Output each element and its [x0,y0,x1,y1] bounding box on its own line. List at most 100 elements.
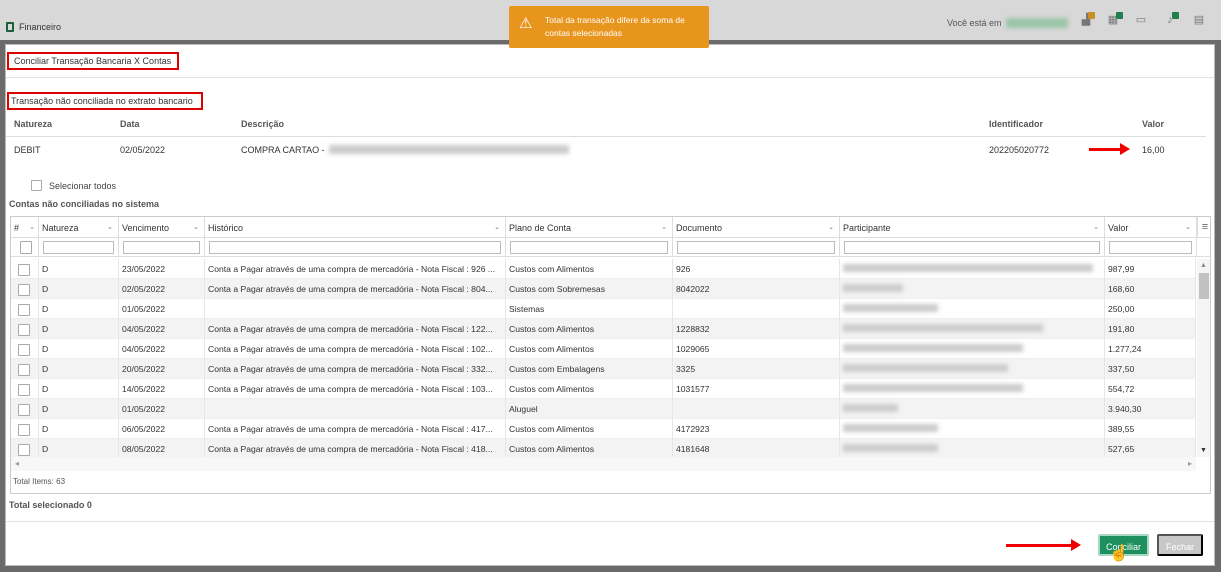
filter-documento-input[interactable] [677,241,835,254]
card-icon[interactable]: ▭ [1135,14,1147,26]
filter-num-cell [11,238,39,257]
row-checkbox[interactable] [18,284,30,296]
row-checkbox[interactable] [18,324,30,336]
cell-natureza: D [39,339,119,359]
scroll-down-icon[interactable]: ▼ [1200,447,1207,454]
row-checkbox[interactable] [18,304,30,316]
redacted-text [843,304,938,312]
filter-plano-input[interactable] [510,241,668,254]
warning-toast[interactable]: ⚠ Total da transação difere da soma de c… [509,6,709,48]
bank-transaction-title: Transação não conciliada no extrato banc… [7,92,203,110]
filter-natureza-input[interactable] [43,241,114,254]
row-checkbox[interactable] [18,344,30,356]
footer-divider [6,521,1214,522]
chevron-down-icon[interactable]: ⌄ [1185,223,1191,231]
cell-documento [673,399,840,419]
modal-header: Conciliar Transação Bancaria X Contas [6,45,1214,78]
app-logo-icon [6,22,14,32]
scroll-right-icon[interactable]: ▸ [1188,459,1192,468]
cell-vencimento: 01/05/2022 [119,399,205,419]
cell-vencimento: 20/05/2022 [119,359,205,379]
cell-participante-redacted [840,339,1105,359]
app-brand[interactable]: Financeiro [6,22,61,32]
fechar-button[interactable]: Fechar [1157,534,1203,556]
filter-checkbox[interactable] [20,241,32,254]
cell-participante-redacted [840,419,1105,439]
table-row[interactable]: D 01/05/2022 Sistemas 250,00 [11,299,1196,319]
row-select-cell [11,299,39,319]
cell-documento: 4181648 [673,439,840,459]
accounts-grid: # ⌄ Natureza ⌄ Vencimento ⌄ Histórico ⌄ Plan… [10,216,1211,494]
row-checkbox[interactable] [18,444,30,456]
cell-plano: Custos com Alimentos [506,419,673,439]
row-select-cell [11,399,39,419]
grid-menu-icon[interactable]: ≡ [1197,217,1210,238]
table-row[interactable]: D 01/05/2022 Aluguel 3.940,30 [11,399,1196,419]
filter-vencimento-input[interactable] [123,241,200,254]
cell-documento: 926 [673,259,840,279]
row-checkbox[interactable] [18,384,30,396]
col-header-historico[interactable]: Histórico ⌄ [205,217,506,238]
header-identificador: Identificador [989,119,1044,129]
cell-historico: Conta a Pagar através de uma compra de m… [205,379,506,399]
filter-participante-input[interactable] [844,241,1100,254]
table-row[interactable]: D 06/05/2022 Conta a Pagar através de um… [11,419,1196,439]
header-descricao: Descrição [241,119,285,129]
vertical-scrollbar[interactable]: ▲ ▼ [1197,259,1210,457]
cell-historico [205,399,506,419]
cell-valor: 987,99 [1105,259,1196,279]
col-header-plano[interactable]: Plano de Conta ⌄ [506,217,673,238]
table-row[interactable]: D 04/05/2022 Conta a Pagar através de um… [11,319,1196,339]
header-natureza: Natureza [14,119,53,129]
col-header-vencimento[interactable]: Vencimento ⌄ [119,217,205,238]
toast-message: Total da transação difere da soma de con… [545,15,685,38]
cell-vencimento: 02/05/2022 [119,279,205,299]
company-name-redacted[interactable] [1006,18,1068,28]
cell-participante-redacted [840,299,1105,319]
cell-natureza: D [39,439,119,459]
cell-plano: Custos com Alimentos [506,439,673,459]
chevron-down-icon[interactable]: ⌄ [828,223,834,231]
warning-icon: ⚠ [519,15,533,32]
cell-natureza: D [39,259,119,279]
col-header-num[interactable]: # ⌄ [11,217,39,238]
select-all[interactable]: Selecionar todos [31,180,116,191]
row-checkbox[interactable] [18,264,30,276]
row-checkbox[interactable] [18,364,30,376]
notification-badge [1088,12,1095,19]
filter-plano-cell [506,238,673,257]
redacted-text [843,284,903,292]
chevron-down-icon[interactable]: ⌄ [107,223,113,231]
select-all-checkbox[interactable] [31,180,42,191]
cell-plano: Custos com Alimentos [506,259,673,279]
scroll-thumb[interactable] [1199,273,1209,299]
table-row[interactable]: D 20/05/2022 Conta a Pagar através de um… [11,359,1196,379]
col-header-documento[interactable]: Documento ⌄ [673,217,840,238]
cell-natureza: D [39,359,119,379]
chevron-down-icon[interactable]: ⌄ [494,223,500,231]
scroll-left-icon[interactable]: ◂ [15,459,19,468]
chevron-down-icon[interactable]: ⌄ [193,223,199,231]
cell-participante-redacted [840,319,1105,339]
chevron-down-icon[interactable]: ⌄ [1093,223,1099,231]
filter-valor-input[interactable] [1109,241,1192,254]
bell-badge [1172,12,1179,19]
row-checkbox[interactable] [18,424,30,436]
row-checkbox[interactable] [18,404,30,416]
horizontal-scrollbar[interactable]: ◂ ▸ [11,457,1196,471]
cell-historico: Conta a Pagar através de uma compra de m… [205,259,506,279]
col-header-participante[interactable]: Participante ⌄ [840,217,1105,238]
table-row[interactable]: D 14/05/2022 Conta a Pagar através de um… [11,379,1196,399]
chevron-down-icon[interactable]: ⌄ [661,223,667,231]
table-row[interactable]: D 23/05/2022 Conta a Pagar através de um… [11,259,1196,279]
col-header-natureza[interactable]: Natureza ⌄ [39,217,119,238]
col-header-valor[interactable]: Valor ⌄ [1105,217,1197,238]
scroll-up-icon[interactable]: ▲ [1200,262,1207,269]
table-row[interactable]: D 08/05/2022 Conta a Pagar através de um… [11,439,1196,459]
table-row[interactable]: D 02/05/2022 Conta a Pagar através de um… [11,279,1196,299]
cell-valor: 191,80 [1105,319,1196,339]
table-row[interactable]: D 04/05/2022 Conta a Pagar através de um… [11,339,1196,359]
cell-natureza: D [39,279,119,299]
calendar-icon[interactable]: ▤ [1193,14,1205,26]
filter-historico-input[interactable] [209,241,501,254]
